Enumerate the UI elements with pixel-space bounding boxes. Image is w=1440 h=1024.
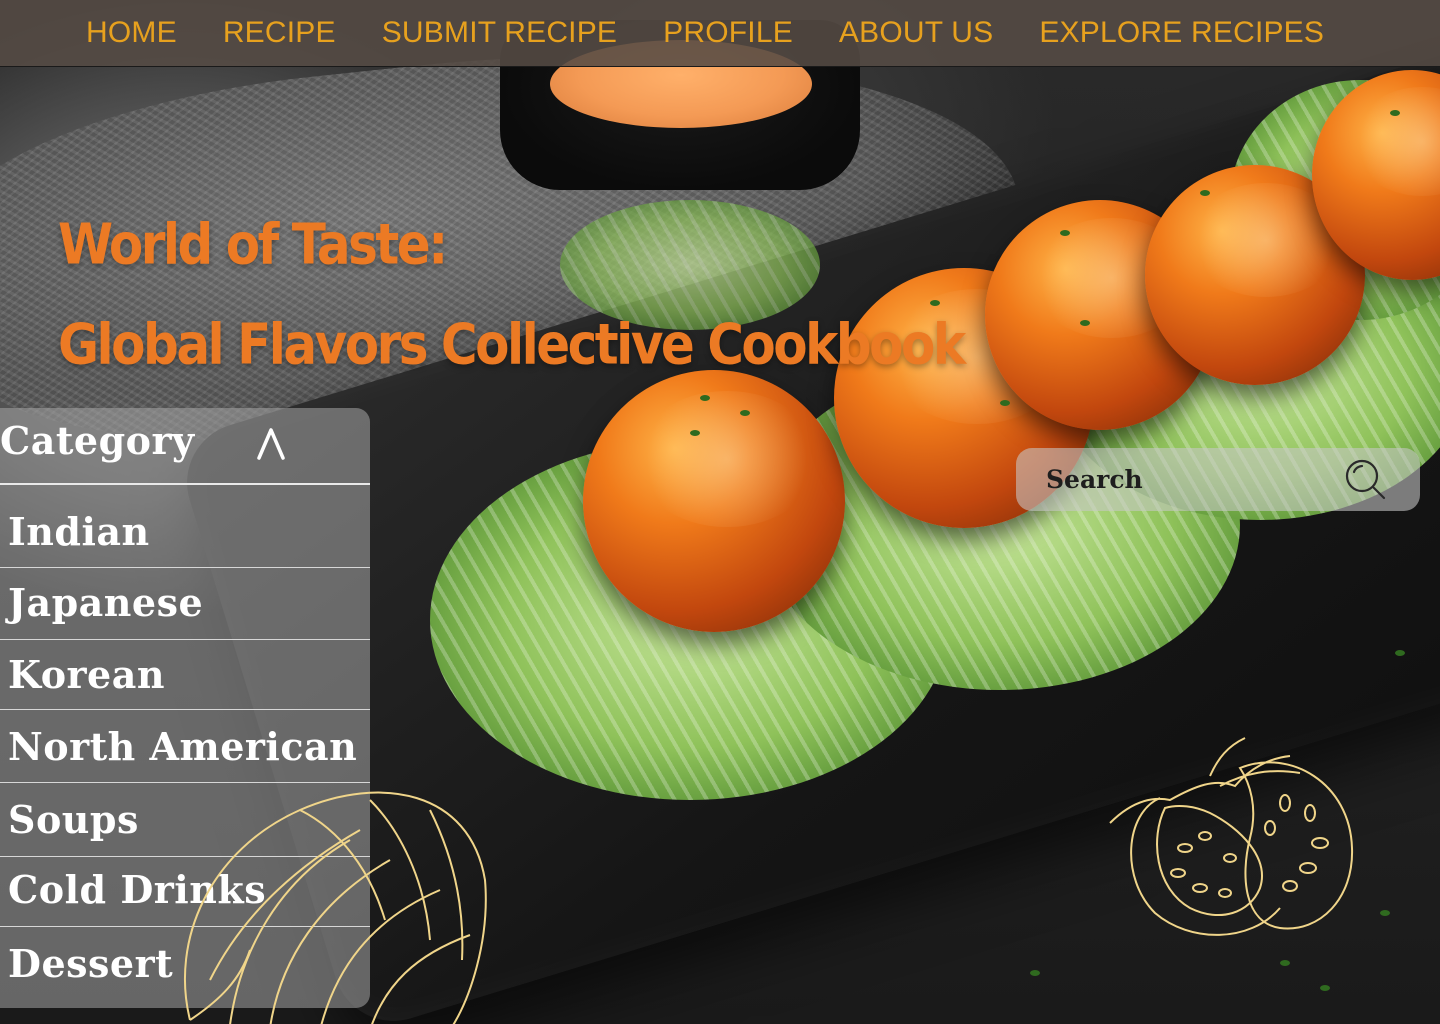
category-item-label: Soups <box>8 797 139 842</box>
category-item-label: Japanese <box>8 580 204 625</box>
category-item-label: Dessert <box>8 941 174 986</box>
nav-recipe[interactable]: RECIPE <box>223 16 336 50</box>
category-item-korean[interactable]: Korean <box>0 640 370 710</box>
top-nav-bar: HOME RECIPE SUBMIT RECIPE PROFILE ABOUT … <box>0 0 1440 67</box>
nav-explore-recipes[interactable]: EXPLORE RECIPES <box>1039 16 1324 50</box>
chevron-up-icon[interactable] <box>256 426 286 460</box>
nav-about-us[interactable]: ABOUT US <box>839 16 993 50</box>
search-input[interactable] <box>1046 462 1346 496</box>
tomato-outline-icon <box>1109 737 1354 936</box>
nav-profile[interactable]: PROFILE <box>663 16 793 50</box>
category-item-label: Indian <box>8 509 150 554</box>
category-title: Category <box>0 418 195 463</box>
search-icon[interactable] <box>1344 458 1388 502</box>
nav-submit-recipe[interactable]: SUBMIT RECIPE <box>382 16 617 50</box>
hero-title-line-2: Global Flavors Collective Cookbook <box>58 312 966 377</box>
monstera-leaf-icon <box>183 791 487 1024</box>
category-item-indian[interactable]: Indian <box>0 485 370 568</box>
nav-home[interactable]: HOME <box>86 16 177 50</box>
category-item-label: North American <box>8 724 358 769</box>
category-dropdown-header[interactable]: Category <box>0 408 370 485</box>
category-item-label: Korean <box>8 652 165 697</box>
category-item-japanese[interactable]: Japanese <box>0 568 370 640</box>
hero-title-line-1: World of Taste: <box>58 212 448 277</box>
